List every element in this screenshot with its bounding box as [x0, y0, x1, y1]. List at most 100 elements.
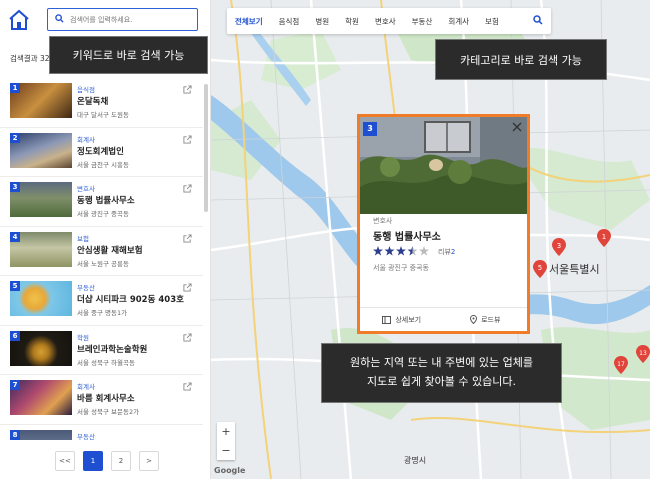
list-item[interactable]: 6 학원 브레인과학논술학원 서울 성북구 하월곡동	[0, 326, 203, 375]
list-item[interactable]: 5 부동산 더샵 시티파크 902동 403호 서울 중구 명동1가	[0, 276, 203, 326]
item-name: 동행 법률사무소	[77, 196, 135, 206]
list-item[interactable]: 2 회계사 정도회계법인 서울 금천구 시흥동	[0, 128, 203, 177]
external-link-icon[interactable]	[183, 233, 192, 243]
svg-text:5: 5	[538, 264, 542, 272]
item-address: 서울 노원구 공릉동	[77, 259, 129, 268]
item-address: 서울 금천구 시흥동	[77, 160, 129, 169]
search-icon[interactable]	[533, 15, 543, 25]
item-address: 서울 성북구 보문동2가	[77, 408, 140, 416]
pagination: << 1 2 >	[55, 451, 159, 471]
item-category: 부동산	[77, 432, 95, 441]
map-marker[interactable]: 17	[614, 356, 628, 374]
prev-page-button[interactable]: <<	[55, 451, 75, 471]
search-icon	[55, 14, 64, 23]
item-category: 회계사	[77, 135, 95, 144]
result-list: 1 음식점 온달독채 대구 달서구 도원동 2 회계사 정도회계법인 서울 금천…	[0, 78, 203, 440]
item-category: 변호사	[77, 185, 95, 193]
category-academy[interactable]: 학원	[345, 16, 359, 27]
external-link-icon[interactable]	[183, 382, 192, 391]
item-number: 4	[10, 231, 20, 242]
detail-icon	[382, 315, 392, 324]
thumbnail: 4	[10, 231, 72, 267]
external-link-icon[interactable]	[183, 283, 192, 292]
scrollbar[interactable]	[204, 84, 208, 212]
map-marker[interactable]: 5	[533, 260, 547, 278]
external-link-icon[interactable]	[183, 134, 192, 144]
thumbnail: 3	[10, 182, 72, 217]
item-category: 부동산	[77, 284, 95, 292]
item-name: 안심생활 재해보험	[77, 245, 143, 256]
category-restaurant[interactable]: 음식점	[279, 16, 300, 27]
item-category: 회계사	[77, 383, 95, 391]
google-logo: Google	[214, 466, 246, 475]
item-address: 서울 성북구 하월곡동	[77, 358, 135, 367]
card-category: 변호사	[373, 217, 393, 225]
thumbnail: 8	[10, 429, 72, 440]
external-link-icon[interactable]	[183, 184, 192, 193]
rating-stars	[373, 246, 431, 256]
page-2-button[interactable]: 2	[111, 451, 131, 471]
list-item[interactable]: 4 보험 안심생활 재해보험 서울 노원구 공릉동	[0, 227, 203, 276]
thumbnail: 5	[10, 281, 72, 316]
item-name: 온달독채	[77, 97, 109, 107]
roadview-button[interactable]: 로드뷰	[444, 308, 528, 331]
thumbnail: 2	[10, 132, 72, 168]
seoul-label: 서울특별시	[549, 263, 600, 276]
location-pin-icon	[470, 315, 478, 324]
category-realestate[interactable]: 부동산	[412, 16, 433, 27]
star-icons	[373, 246, 429, 256]
search-box[interactable]	[47, 8, 198, 31]
map-label-seoul: 서울특별시	[549, 263, 600, 276]
svg-text:1: 1	[602, 233, 606, 241]
gwangmyeong-label: 광명시	[404, 455, 426, 465]
category-accountant[interactable]: 회계사	[448, 16, 469, 27]
list-item[interactable]: 7 회계사 바름 회계사무소 서울 성북구 보문동2가	[0, 375, 203, 425]
zoom-out-button[interactable]: −	[217, 441, 235, 460]
item-name: 정도회계법인	[77, 146, 124, 157]
detail-button[interactable]: 상세보기	[360, 308, 444, 331]
item-number: 5	[10, 281, 20, 291]
app: 검색결과 32 1 음식점 온달독채 대구 달서구 도원동 2 회계사 정도회계…	[0, 0, 650, 479]
item-name: 브레인과학논술학원	[77, 344, 148, 355]
category-insurance[interactable]: 보험	[485, 16, 499, 27]
category-lawyer[interactable]: 변호사	[375, 16, 396, 27]
item-category: 음식점	[77, 86, 95, 94]
item-number: 2	[10, 132, 20, 143]
thumbnail: 6	[10, 330, 72, 366]
external-link-icon[interactable]	[183, 332, 192, 342]
item-name: 바름 회계사무소	[77, 394, 135, 404]
svg-text:17: 17	[617, 361, 625, 368]
map-marker[interactable]: 1	[597, 229, 611, 247]
item-number: 1	[10, 83, 20, 93]
category-bar: 전체보기 음식점 병원 학원 변호사 부동산 회계사 보험	[227, 8, 551, 34]
home-icon[interactable]	[8, 9, 30, 31]
next-page-button[interactable]: >	[139, 451, 159, 471]
close-icon[interactable]	[512, 122, 522, 132]
page-1-button[interactable]: 1	[83, 451, 103, 471]
zoom-in-button[interactable]: +	[217, 422, 235, 441]
list-item[interactable]: 1 음식점 온달독채 대구 달서구 도원동	[0, 78, 203, 128]
item-category: 학원	[77, 333, 89, 342]
place-photo	[360, 117, 527, 214]
item-address: 서울 중구 명동1가	[77, 309, 128, 317]
external-link-icon[interactable]	[183, 85, 192, 94]
card-name: 동행 법률사무소	[373, 232, 441, 243]
item-number: 8	[10, 429, 20, 440]
svg-text:13: 13	[639, 350, 647, 357]
review-count[interactable]: 리뷰2	[438, 247, 455, 257]
search-input[interactable]	[70, 12, 192, 27]
map-tooltip: 원하는 지역 또는 내 주변에 있는 업체를 지도로 쉽게 찾아볼 수 있습니다…	[321, 343, 562, 403]
item-address: 서울 광진구 중곡동	[77, 210, 129, 218]
list-item[interactable]: 8 부동산	[0, 425, 203, 441]
category-all[interactable]: 전체보기	[235, 16, 263, 27]
svg-text:3: 3	[557, 242, 561, 250]
item-number: 3	[10, 182, 20, 192]
category-hospital[interactable]: 병원	[315, 16, 329, 27]
map-marker[interactable]: 13	[636, 345, 650, 363]
list-item[interactable]: 3 변호사 동행 법률사무소 서울 광진구 중곡동	[0, 177, 203, 227]
map-label-gwangmyeong: 광명시	[404, 455, 426, 465]
map-marker[interactable]: 3	[552, 238, 566, 256]
card-address: 서울 광진구 중곡동	[373, 264, 429, 272]
item-name: 더샵 시티파크 902동 403호	[77, 295, 184, 305]
item-number: 7	[10, 380, 20, 390]
